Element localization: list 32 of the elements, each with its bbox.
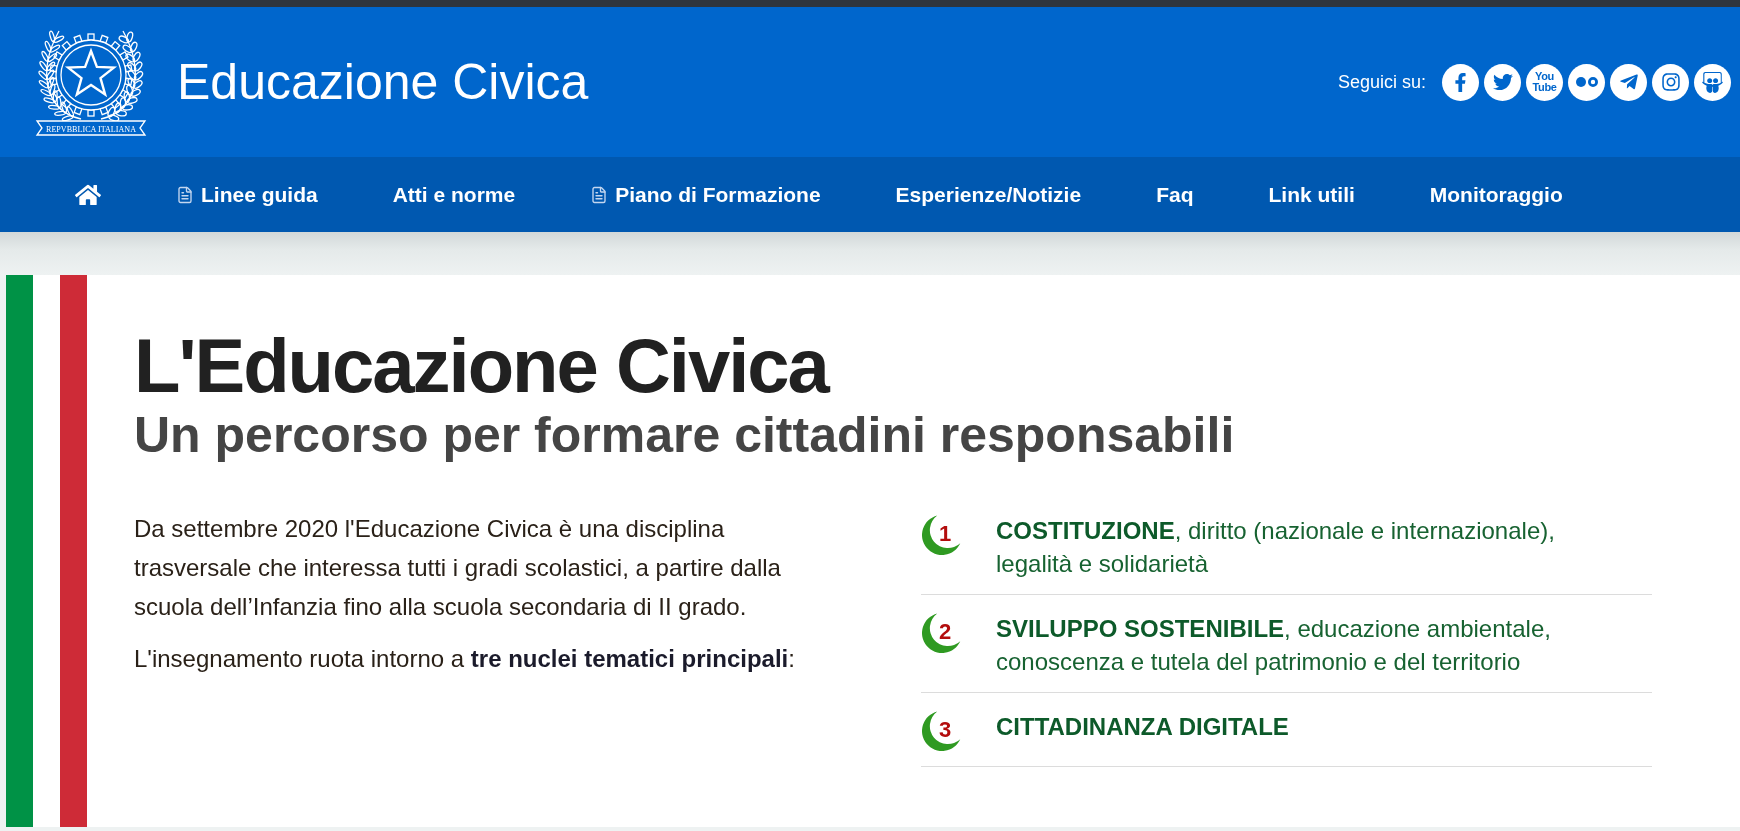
page-title: L'Educazione Civica bbox=[134, 328, 828, 404]
twitter-icon[interactable] bbox=[1484, 63, 1521, 101]
nav-link[interactable]: Esperienze/Notizie bbox=[895, 182, 1082, 207]
facebook-icon[interactable] bbox=[1442, 63, 1479, 101]
theme-text: CITTADINANZA DIGITALE bbox=[996, 712, 1289, 742]
theme-number: 3 bbox=[939, 719, 952, 741]
youtube-link[interactable]: You Tube bbox=[1526, 63, 1563, 101]
flickr-icon[interactable] bbox=[1568, 63, 1605, 101]
nav-link[interactable]: Link utili bbox=[1268, 182, 1355, 207]
nav-link[interactable]: Faq bbox=[1156, 182, 1194, 207]
emblem-motto: REPVBBLICA ITALIANA bbox=[46, 124, 135, 134]
document-icon bbox=[176, 185, 194, 204]
page-subtitle: Un percorso per formare cittadini responsabili bbox=[134, 408, 1235, 463]
theme-text: COSTITUZIONE, diritto (nazionale e internazionale), legalità e solidarietà bbox=[996, 516, 1556, 579]
nav-link[interactable]: Piano di Formazione bbox=[590, 182, 821, 207]
nav-link[interactable]: Atti e norme bbox=[392, 182, 516, 207]
nav-link[interactable]: Monitoraggio bbox=[1429, 182, 1563, 207]
document-icon bbox=[590, 185, 609, 204]
intro-paragraph: Da settembre 2020 l'Educazione Civica è una disciplina trasversale che interessa tutti i gradi scolastici, a partire dalla scuola dell’Infanzia fino alla scuola secondaria di II grado. bbox=[134, 514, 782, 622]
crescent-icon bbox=[921, 514, 963, 556]
nav-link[interactable]: Linee guida bbox=[176, 182, 318, 207]
theme-number: 2 bbox=[939, 621, 952, 643]
crescent-icon bbox=[921, 612, 963, 654]
telegram-icon[interactable] bbox=[1610, 63, 1647, 101]
theme-text: SVILUPPO SOSTENIBILE, educazione ambientale, conoscenza e tutela del patrimonio e del territorio bbox=[996, 614, 1552, 677]
instagram-icon[interactable] bbox=[1652, 63, 1689, 101]
slideshare-icon[interactable] bbox=[1694, 63, 1731, 101]
social-label: Seguici su: bbox=[1337, 71, 1426, 93]
crescent-icon bbox=[921, 710, 963, 752]
site-title: Educazione Civica bbox=[177, 54, 589, 110]
theme-number: 1 bbox=[939, 523, 952, 545]
intro-paragraph: L'insegnamento ruota intorno a tre nuclei tematici principali: bbox=[134, 644, 796, 674]
